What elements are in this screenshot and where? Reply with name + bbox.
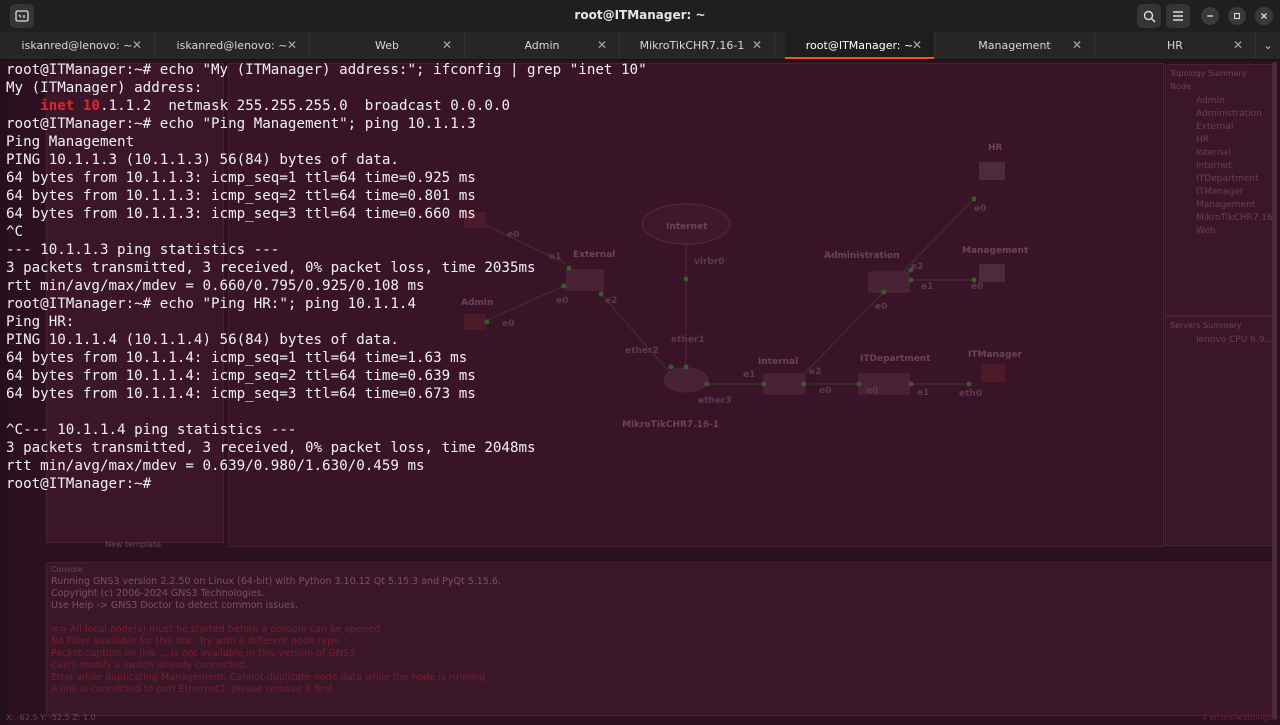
tab-label: HR [1167,39,1183,52]
console-error-line: Packet capture on link ... is not availa… [51,648,355,659]
terminal-line: 64 bytes from 10.1.1.3: icmp_seq=2 ttl=6… [6,188,476,204]
terminal-line: PING 10.1.1.4 (10.1.1.4) 56(84) bytes of… [6,332,399,348]
tab-web[interactable]: Web ✕ [310,32,465,59]
maximize-icon[interactable] [1228,7,1246,25]
gns3-statusbar: X: -62.5 Y: -52.5 Z: 1.0 4 errors/warnin… [0,712,1280,725]
terminal-prompt: root@ITManager:~# [6,476,152,492]
tab-label: root@ITManager: ~ [805,39,914,52]
terminal-line: rtt min/avg/max/mdev = 0.660/0.795/0.925… [6,278,425,294]
window-titlebar: root@ITManager: ~ [0,0,1280,32]
terminal-line: 64 bytes from 10.1.1.3: icmp_seq=3 ttl=6… [6,206,476,222]
tab-close-icon[interactable]: ✕ [1233,38,1243,52]
grep-highlight: 10 [82,98,100,114]
tab-label: Management [978,39,1051,52]
terminal-line: root@ITManager:~# echo "Ping Management"… [6,116,476,132]
tab-hr[interactable]: HR ✕ [1095,32,1256,59]
tab-iskanred-1[interactable]: iskanred@lenovo: ~ ✕ [0,32,155,59]
tab-mikrotik[interactable]: MikroTikCHR7.16-1 ✕ [620,32,775,59]
console-title: Console [51,565,83,574]
console-error-line: No Filter available for this link. Try w… [51,636,342,647]
hamburger-menu-icon[interactable] [1166,4,1190,28]
terminal-line: ^C [6,224,24,240]
minimize-icon[interactable] [1201,7,1219,25]
terminal-line: 64 bytes from 10.1.1.3: icmp_seq=1 ttl=6… [6,170,476,186]
tab-label: Admin [524,39,560,52]
terminal-line: PING 10.1.1.3 (10.1.1.3) 56(84) bytes of… [6,152,399,168]
console-error-line: A link is connected to port Ethernet2, p… [51,684,333,695]
tab-admin[interactable]: Admin ✕ [465,32,620,59]
terminal-line-inet: inet 10.1.1.2 netmask 255.255.255.0 broa… [6,97,510,115]
terminal-line: 3 packets transmitted, 3 received, 0% pa… [6,260,536,276]
terminal-output[interactable]: root@ITManager:~# echo "My (ITManager) a… [0,60,1280,500]
terminal-line: rtt min/avg/max/mdev = 0.639/0.980/1.630… [6,458,425,474]
status-coordinates: X: -62.5 Y: -52.5 Z: 1.0 [6,713,96,722]
terminal-line: root@ITManager:~# echo "Ping HR:"; ping … [6,296,416,312]
terminal-line: root@ITManager:~# echo "My (ITManager) a… [6,62,647,78]
terminal-line: Ping Management [6,134,135,150]
status-errors[interactable]: 4 errors/warnings [1202,713,1272,722]
tab-label: Web [375,39,399,52]
terminal-line: 64 bytes from 10.1.1.4: icmp_seq=3 ttl=6… [6,386,476,402]
terminal-line: 64 bytes from 10.1.1.4: icmp_seq=2 ttl=6… [6,368,476,384]
new-template-button[interactable]: New template [105,540,161,549]
tab-close-icon[interactable]: ✕ [752,38,762,52]
tab-label: iskanred@lenovo: ~ [176,39,288,52]
tab-close-icon[interactable]: ✕ [912,38,922,52]
console-line: Use Help -> GNS3 Doctor to detect common… [51,600,298,611]
terminal-line: 64 bytes from 10.1.1.4: icmp_seq=1 ttl=6… [6,350,468,366]
tab-close-icon[interactable]: ✕ [132,38,142,52]
console-line: Running GNS3 version 2.2.50 on Linux (64… [51,576,501,587]
terminal-line: My (ITManager) address: [6,80,203,96]
terminal-line: 3 packets transmitted, 3 received, 0% pa… [6,440,536,456]
console-error-line: Error while duplicating Management: Cann… [51,672,486,683]
terminal-line: --- 10.1.1.3 ping statistics --- [6,242,280,258]
console-line: Copyright (c) 2006-2024 GNS3 Technologie… [51,588,265,599]
terminal-line: Ping HR: [6,314,75,330]
tab-iskanred-2[interactable]: iskanred@lenovo: ~ ✕ [155,32,310,59]
tab-itmanager[interactable]: root@ITManager: ~ ✕ [785,32,935,59]
tab-close-icon[interactable]: ✕ [597,38,607,52]
terminal-line: ^C--- 10.1.1.4 ping statistics --- [6,422,297,438]
tab-management[interactable]: Management ✕ [935,32,1095,59]
tab-label: MikroTikCHR7.16-1 [639,39,745,52]
grep-highlight: inet [40,98,75,114]
console-error-line: => All local node(s) must be started bef… [51,624,381,635]
close-icon[interactable] [1255,7,1273,25]
tab-close-icon[interactable]: ✕ [442,38,452,52]
window-title: root@ITManager: ~ [574,8,706,22]
gns3-console: Console Running GNS3 version 2.2.50 on L… [46,562,1274,716]
search-icon[interactable] [1137,4,1161,28]
tab-bar: iskanred@lenovo: ~ ✕ iskanred@lenovo: ~ … [0,32,1280,60]
tab-close-icon[interactable]: ✕ [287,38,297,52]
tab-close-icon[interactable]: ✕ [1072,38,1082,52]
tab-overflow-chevron-icon[interactable]: ⌄ [1256,32,1280,59]
inet-rest: .1.1.2 netmask 255.255.255.0 broadcast 0… [99,98,510,114]
console-error-line: Can't modify a switch already connected. [51,660,248,671]
tab-label: iskanred@lenovo: ~ [21,39,133,52]
